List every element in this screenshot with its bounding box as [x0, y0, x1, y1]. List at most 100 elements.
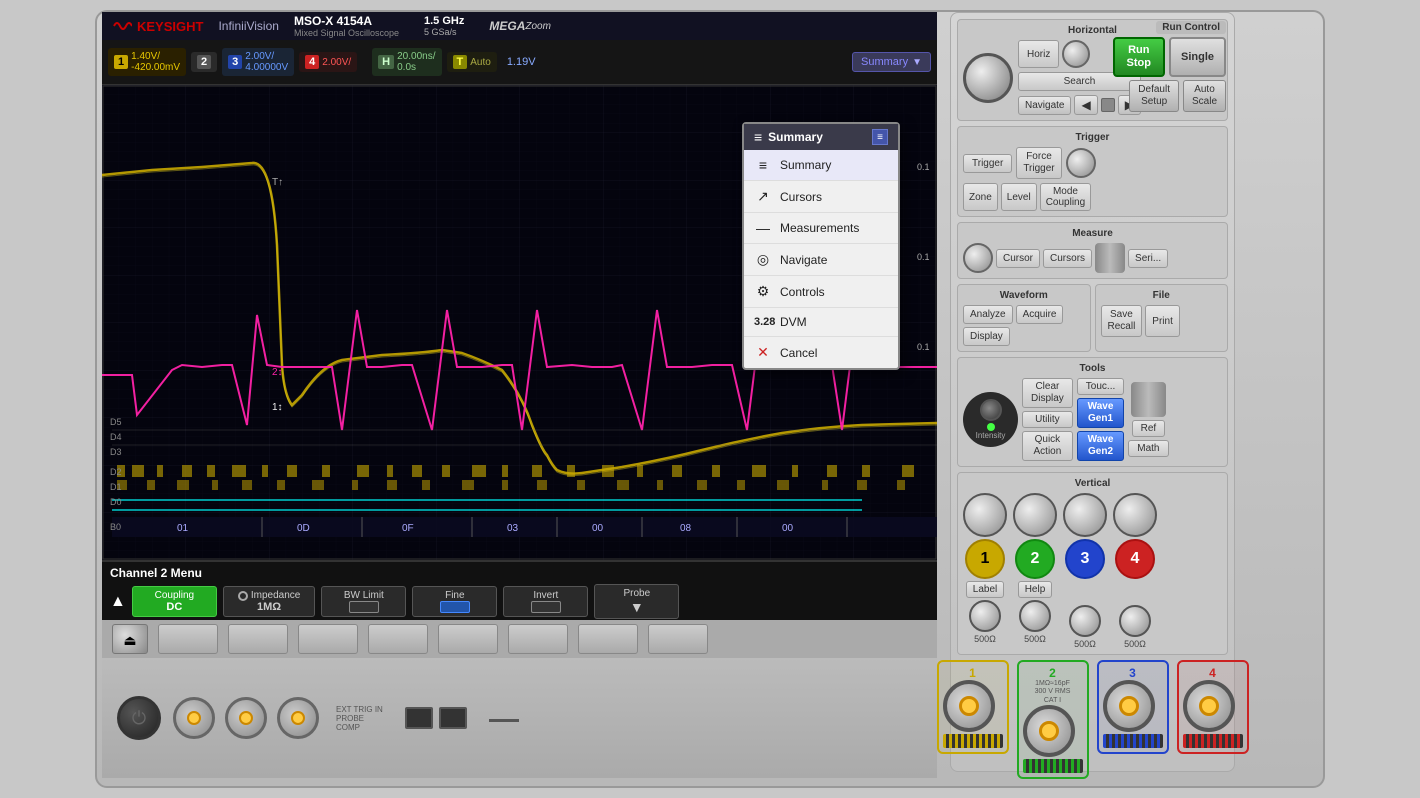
soft-btn-5[interactable] [438, 624, 498, 654]
menu-up-arrow[interactable]: ▲ [110, 593, 126, 611]
level-button[interactable]: Level [1001, 183, 1037, 211]
tools-buttons-col1: Clear Display Utility Quick Action [1022, 378, 1073, 461]
cursor-button[interactable]: Cursor [996, 249, 1040, 268]
soft-btn-8[interactable] [648, 624, 708, 654]
fine-button[interactable]: Fine [412, 586, 497, 617]
display-button[interactable]: Display [963, 327, 1010, 346]
serial-button[interactable]: Seri... [1128, 249, 1168, 268]
ch1-circle-btn[interactable]: 1 [965, 539, 1005, 579]
wave-gen1-button[interactable]: Wave Gen1 [1077, 398, 1124, 428]
bw-limit-button[interactable]: BW Limit [321, 586, 406, 617]
ch3-bnc[interactable] [1103, 680, 1155, 732]
bnc-probe2[interactable] [225, 697, 267, 739]
ch4-vert-knob[interactable] [1113, 493, 1157, 537]
bnc-probe3[interactable] [277, 697, 319, 739]
utility-button[interactable]: Utility [1022, 411, 1073, 428]
dropdown-item-measurements[interactable]: — Measurements [744, 213, 898, 244]
dropdown-item-dvm[interactable]: 3.28 DVM [744, 308, 898, 337]
power-button[interactable]: ⏻ [117, 696, 161, 740]
bw-limit-label: BW Limit [344, 590, 384, 601]
clear-display-button[interactable]: Clear Display [1022, 378, 1073, 408]
horiz-small-knob[interactable] [1062, 40, 1090, 68]
ch1-button[interactable]: 1 1.40V/ -420.00mV [108, 48, 186, 76]
trigger-knob[interactable] [1066, 148, 1096, 178]
ch2-button[interactable]: 2 [191, 52, 217, 72]
nav-left-btn[interactable]: ◀ [1074, 95, 1097, 115]
quick-action-button[interactable]: Quick Action [1022, 431, 1073, 461]
dropdown-close-icon[interactable]: ≡ [872, 129, 888, 145]
print-button[interactable]: Print [1145, 305, 1180, 337]
ch3-button[interactable]: 3 2.00V/ 4.00000V [222, 48, 294, 76]
ch4-scale: 2.00V/ [322, 57, 351, 68]
measurements-menu-icon: — [754, 220, 772, 236]
summary-menu-label: Summary [780, 158, 831, 172]
coupling-button[interactable]: Coupling DC [132, 586, 217, 617]
touch-button[interactable]: Touc... [1077, 378, 1124, 395]
ch2-circle-btn[interactable]: 2 [1015, 539, 1055, 579]
soft-btn-2[interactable] [228, 624, 288, 654]
default-setup-button[interactable]: Default Setup [1129, 80, 1179, 112]
zone-button[interactable]: Zone [963, 183, 998, 211]
soft-btn-3[interactable] [298, 624, 358, 654]
bnc-probe1[interactable] [173, 697, 215, 739]
horiz-button[interactable]: Horiz [1018, 40, 1059, 68]
ch4-bnc[interactable] [1183, 680, 1235, 732]
measure-knob[interactable] [963, 243, 993, 273]
acquire-button[interactable]: Acquire [1016, 305, 1064, 324]
soft-btn-eject[interactable]: ⏏ [112, 624, 148, 654]
dropdown-item-summary[interactable]: ≡ Summary [744, 150, 898, 181]
trigger-section: Trigger Trigger Force Trigger Zone Level… [957, 126, 1228, 217]
wave-gen2-button[interactable]: Wave Gen2 [1077, 431, 1124, 461]
t-label: T [453, 55, 468, 69]
label-button[interactable]: Label [966, 581, 1004, 598]
ch2-strip [1023, 759, 1083, 773]
ch3-vert-mini-knob[interactable] [1069, 605, 1101, 637]
soft-btn-6[interactable] [508, 624, 568, 654]
ref-wavy-icon[interactable] [1131, 382, 1166, 417]
ch4-button[interactable]: 4 2.00V/ [299, 52, 357, 72]
dropdown-item-cancel[interactable]: ✕ Cancel [744, 337, 898, 368]
dropdown-item-controls[interactable]: ⚙ Controls [744, 276, 898, 308]
mode-coupling-button[interactable]: Mode Coupling [1040, 183, 1091, 211]
ch2-vert-mini-knob[interactable] [1019, 600, 1051, 632]
ch1-vert-knob[interactable] [963, 493, 1007, 537]
ch2-bnc[interactable] [1023, 705, 1075, 757]
ch3-circle-btn[interactable]: 3 [1065, 539, 1105, 579]
soft-btn-4[interactable] [368, 624, 428, 654]
impedance-button[interactable]: Impedance 1MΩ [223, 586, 315, 617]
summary-icon: ▼ [912, 57, 922, 68]
ref-button[interactable]: Ref [1132, 420, 1166, 437]
invert-button[interactable]: Invert [503, 586, 588, 617]
ch2-vert-knob[interactable] [1013, 493, 1057, 537]
navigate-button[interactable]: Navigate [1018, 96, 1071, 115]
analyze-button[interactable]: Analyze [963, 305, 1013, 324]
coupling-label: Coupling [155, 590, 194, 601]
h-button[interactable]: H 20.00ns/ 0.0s [372, 48, 441, 76]
file-buttons: Save Recall Print [1101, 305, 1223, 337]
ch4-vert-mini-knob[interactable] [1119, 605, 1151, 637]
ch1-bnc[interactable] [943, 680, 995, 732]
auto-scale-button[interactable]: Auto Scale [1183, 80, 1226, 112]
soft-btn-1[interactable] [158, 624, 218, 654]
horizontal-knob[interactable] [963, 53, 1013, 103]
ch1-vert-mini-knob[interactable] [969, 600, 1001, 632]
ch4-circle-btn[interactable]: 4 [1115, 539, 1155, 579]
dropdown-item-cursors[interactable]: ↗ Cursors [744, 181, 898, 213]
intensity-knob[interactable]: Intensity [963, 392, 1018, 447]
dropdown-item-navigate[interactable]: ◎ Navigate [744, 244, 898, 276]
help-button[interactable]: Help [1018, 581, 1053, 598]
trigger-button[interactable]: Trigger [963, 154, 1012, 173]
run-stop-button[interactable]: Run Stop [1113, 37, 1165, 77]
math-button[interactable]: Math [1128, 440, 1168, 457]
t-button[interactable]: T Auto [447, 52, 497, 72]
force-trigger-button[interactable]: Force Trigger [1016, 147, 1061, 179]
single-button[interactable]: Single [1169, 37, 1226, 77]
summary-menu-button[interactable]: Summary ▼ [852, 52, 931, 72]
cursors-button[interactable]: Cursors [1043, 249, 1092, 268]
probe-button[interactable]: Probe ▼ [594, 584, 679, 619]
ch3-vert-knob[interactable] [1063, 493, 1107, 537]
measure-wavy[interactable] [1095, 243, 1125, 273]
save-recall-button[interactable]: Save Recall [1101, 305, 1143, 337]
soft-btn-7[interactable] [578, 624, 638, 654]
mega-zoom: MEGA Zoom [489, 19, 551, 33]
